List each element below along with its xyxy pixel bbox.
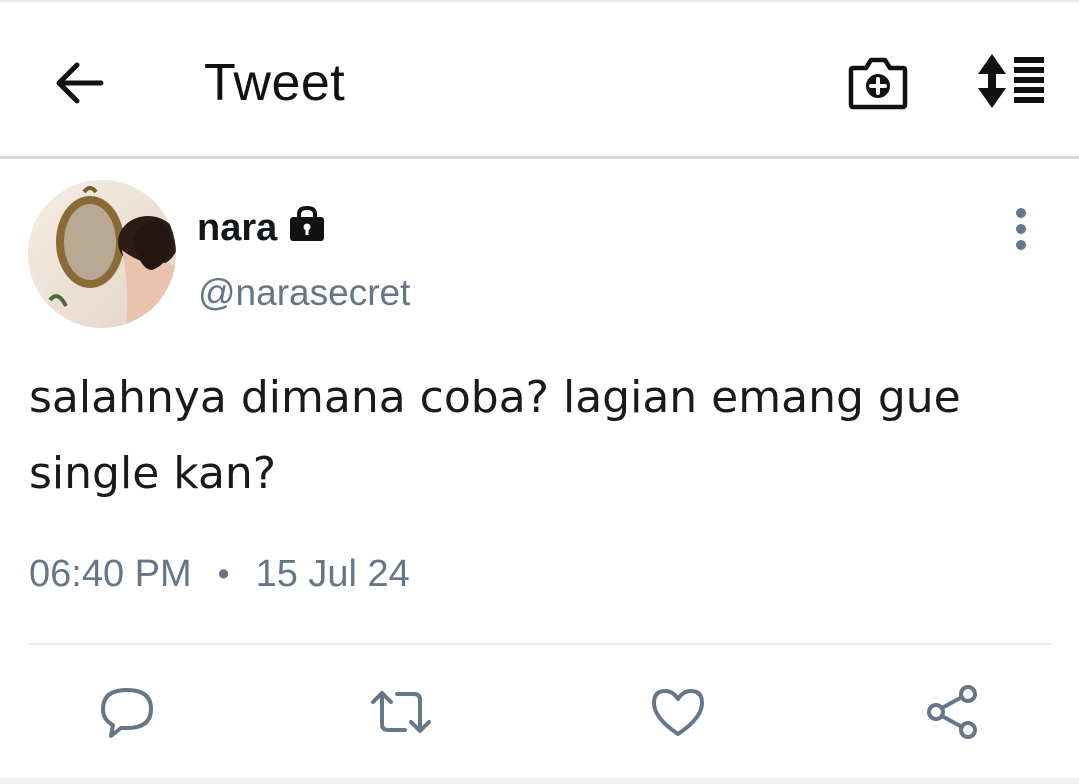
retweet-icon [371, 691, 431, 733]
share-icon [927, 685, 977, 739]
lock-icon [287, 204, 327, 244]
tweet-text: salahnya dimana coba? lagian emang gue s… [29, 360, 1039, 512]
action-divider [28, 643, 1052, 645]
tweet-text-line: salahnya dimana coba? lagian emang gue [29, 372, 961, 423]
sort-list-icon [978, 54, 1044, 108]
more-vertical-icon [1016, 208, 1026, 250]
avatar-image [28, 180, 176, 328]
reply-icon [101, 688, 153, 738]
back-arrow-icon [56, 62, 104, 104]
bottom-edge [0, 778, 1079, 784]
share-button[interactable] [922, 680, 986, 744]
app-header: Tweet [0, 2, 1079, 158]
tweet-detail-screen: Tweet nara @narasecret salahnya dimana c… [0, 0, 1079, 784]
author-name[interactable]: nara [197, 204, 277, 252]
sort-button[interactable] [972, 48, 1052, 114]
author-handle[interactable]: @narasecret [198, 270, 410, 316]
tweet-date: 15 Jul 24 [255, 553, 410, 595]
meta-separator: • [217, 555, 230, 593]
back-button[interactable] [48, 52, 110, 114]
camera-add-icon [848, 57, 908, 110]
like-button[interactable] [646, 680, 710, 744]
reply-button[interactable] [95, 680, 159, 744]
tweet-timestamp: 06:40 PM • 15 Jul 24 [29, 550, 410, 598]
tweet-text-line: single kan? [29, 448, 277, 499]
camera-button[interactable] [842, 46, 914, 118]
more-options-button[interactable] [1000, 204, 1042, 254]
tweet-time: 06:40 PM [29, 553, 192, 595]
page-title: Tweet [204, 54, 346, 112]
header-divider [0, 156, 1079, 159]
heart-icon [652, 689, 704, 736]
retweet-button[interactable] [369, 680, 433, 744]
avatar[interactable] [28, 180, 176, 328]
